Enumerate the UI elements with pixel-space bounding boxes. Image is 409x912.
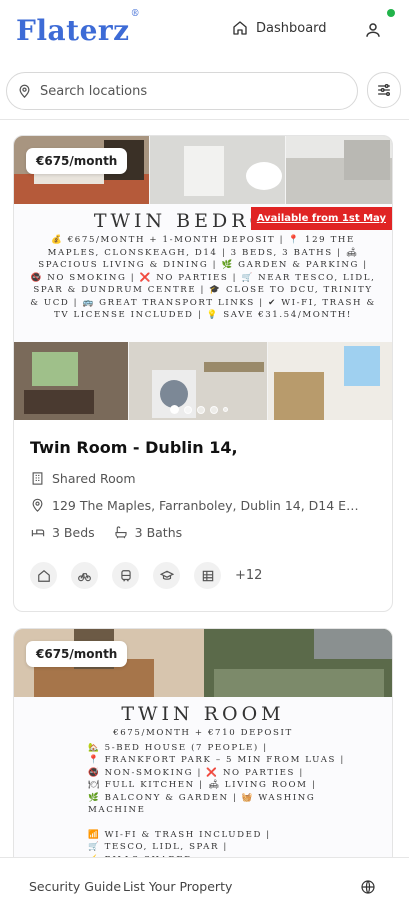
carousel-dot[interactable]: [223, 407, 228, 412]
poster-line: 📍 FRANKFORT PARK – 5 MIN FROM LUAS |: [88, 755, 345, 765]
amenity-transport[interactable]: [112, 562, 139, 589]
list-property-link[interactable]: List Your Property: [123, 879, 232, 894]
carousel-dot[interactable]: [197, 405, 205, 414]
amenities-more-count[interactable]: +12: [235, 568, 262, 583]
listing-info: Twin Room - Dublin 14, Shared Room 129 T…: [14, 420, 392, 589]
dashboard-link[interactable]: Dashboard: [232, 20, 327, 36]
listing-image-carousel[interactable]: €675/month TWIN BEDROOM 💰 €675/MONTH + 1…: [14, 136, 392, 420]
search-input[interactable]: [40, 83, 330, 99]
location-pin-icon: [32, 498, 43, 512]
amenity-bike[interactable]: [71, 562, 98, 589]
poster-line: 🌿 BALCONY & GARDEN | 🧺 WASHING MACHINE: [88, 792, 316, 816]
listing-card[interactable]: €675/month TWIN BEDROOM 💰 €675/MONTH + 1…: [13, 135, 393, 612]
search-bar-row: [0, 62, 409, 120]
security-guide-link[interactable]: Security Guide: [29, 879, 121, 894]
brand-logo[interactable]: Flaterz®: [16, 9, 140, 47]
poster-line: 🛒 TESCO, LIDL, SPAR |: [88, 842, 228, 852]
home-icon: [37, 569, 50, 582]
poster-line: €675/MONTH + €710 DEPOSIT: [113, 728, 293, 738]
poster-text: €675/MONTH + €710 DEPOSIT: [14, 725, 392, 740]
search-box: [6, 72, 358, 110]
price-badge: €675/month: [26, 641, 128, 667]
filter-button[interactable]: [367, 72, 401, 108]
brand-mark: ®: [130, 8, 141, 19]
address-row: 129 The Maples, Farranboley, Dublin 14, …: [30, 498, 376, 513]
amenity-education[interactable]: [153, 562, 180, 589]
listing-poster: TWIN ROOM €675/MONTH + €710 DEPOSIT 🏡 5-…: [14, 697, 392, 867]
baths-info: 3 Baths: [113, 525, 183, 540]
poster-text: 💰 €675/MONTH + 1-MONTH DEPOSIT | 📍 129 T…: [30, 235, 376, 320]
listing-card[interactable]: €675/month TWIN ROOM €675/MONTH + €710 D…: [13, 628, 393, 868]
amenity-home[interactable]: [30, 562, 57, 589]
poster-line: 🏡 5-BED HOUSE (7 PEOPLE) |: [88, 742, 268, 753]
online-status-dot: [387, 9, 395, 17]
amenity-grid[interactable]: [194, 562, 221, 589]
amenities-row: +12: [30, 562, 376, 589]
building-icon: [32, 472, 43, 485]
beds-count: 3 Beds: [52, 525, 95, 540]
graduation-cap-icon: [159, 570, 174, 580]
carousel-dot[interactable]: [184, 405, 192, 414]
poster-line: 🚭 NON-SMOKING | ❌ NO PARTIES |: [88, 767, 304, 778]
beds-baths-row: 3 Beds 3 Baths: [30, 525, 376, 540]
poster-title: TWIN ROOM: [121, 703, 285, 725]
carousel-dot[interactable]: [170, 405, 179, 414]
user-icon[interactable]: [364, 21, 382, 39]
bath-icon: [115, 526, 127, 539]
baths-count: 3 Baths: [134, 525, 183, 540]
bicycle-icon: [78, 572, 91, 581]
grid-icon: [202, 570, 213, 581]
brand-name: Flaterz: [16, 14, 130, 47]
listing-image-carousel[interactable]: €675/month TWIN ROOM €675/MONTH + €710 D…: [14, 629, 392, 867]
globe-icon[interactable]: [360, 879, 376, 895]
app-header: Flaterz® Dashboard: [0, 0, 409, 62]
poster-line: [88, 817, 376, 829]
dashboard-label: Dashboard: [256, 20, 327, 36]
bed-icon: [31, 529, 45, 537]
home-icon: [233, 21, 247, 35]
room-type: Shared Room: [52, 471, 136, 486]
beds-info: 3 Beds: [30, 525, 95, 540]
poster-text: 🏡 5-BED HOUSE (7 PEOPLE) | 📍 FRANKFORT P…: [14, 740, 392, 867]
sliders-icon: [378, 84, 390, 96]
carousel-dots[interactable]: [170, 405, 228, 414]
poster-line: 🍽 FULL KITCHEN | 🛋 LIVING ROOM |: [88, 780, 317, 790]
location-pin-icon: [19, 84, 30, 98]
train-icon: [120, 569, 131, 582]
price-badge: €675/month: [26, 148, 128, 174]
listing-address: 129 The Maples, Farranboley, Dublin 14, …: [52, 498, 362, 513]
poster-line: 📶 WI-FI & TRASH INCLUDED |: [88, 829, 271, 840]
app-footer: Security Guide List Your Property: [0, 857, 409, 912]
carousel-dot[interactable]: [210, 405, 218, 414]
listing-title[interactable]: Twin Room - Dublin 14,: [30, 438, 376, 457]
room-type-row: Shared Room: [30, 471, 376, 486]
availability-badge[interactable]: Available from 1st May: [250, 207, 392, 230]
